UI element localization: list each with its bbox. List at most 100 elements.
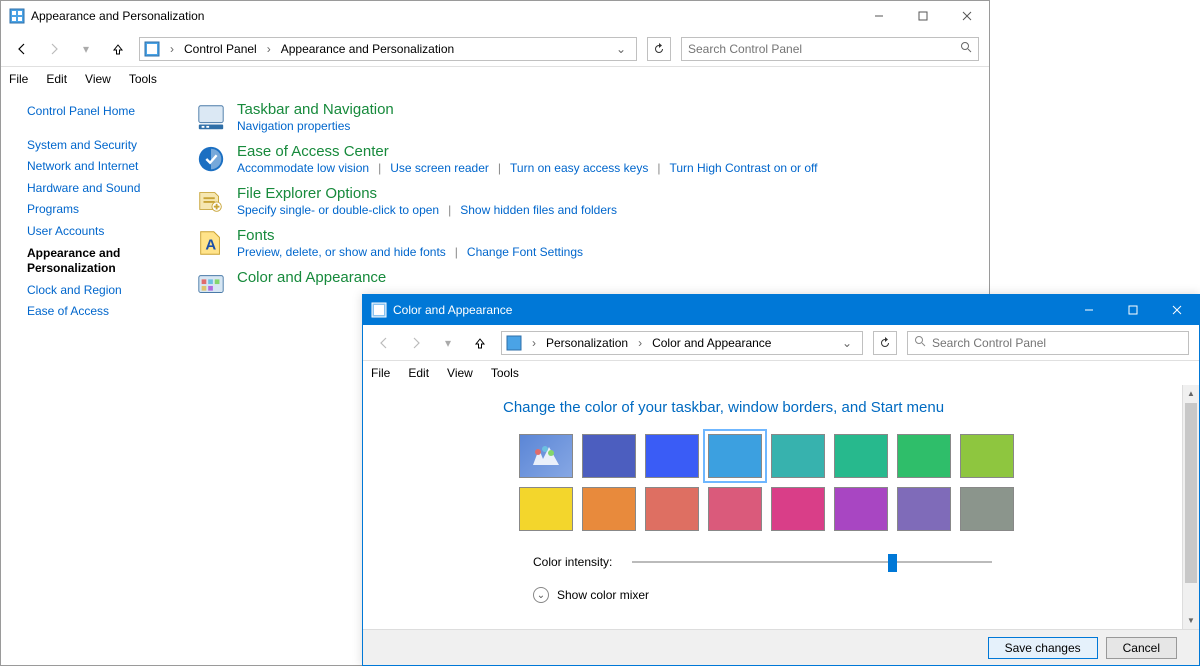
category-icon[interactable]	[195, 143, 227, 175]
category-icon[interactable]	[195, 101, 227, 133]
recent-dropdown[interactable]: ▾	[437, 332, 459, 354]
category-icon[interactable]	[195, 269, 227, 301]
search-box[interactable]	[907, 331, 1189, 355]
sidebar-item[interactable]: Clock and Region	[27, 280, 191, 302]
category-link[interactable]: Turn High Contrast on or off	[669, 161, 817, 175]
category-title[interactable]: Ease of Access Center	[237, 143, 818, 160]
close-button[interactable]	[1155, 295, 1199, 325]
breadcrumb-item[interactable]: Appearance and Personalization	[281, 42, 454, 56]
sidebar-item[interactable]: Network and Internet	[27, 156, 191, 178]
search-input[interactable]	[932, 336, 1182, 350]
category-link[interactable]: Accommodate low vision	[237, 161, 369, 175]
scroll-up-icon[interactable]: ▲	[1183, 385, 1199, 402]
color-swatch[interactable]	[960, 487, 1014, 531]
expand-icon[interactable]: ⌄	[533, 587, 549, 603]
address-bar[interactable]: › Personalization › Color and Appearance…	[501, 331, 863, 355]
sidebar-item[interactable]: User Accounts	[27, 221, 191, 243]
color-swatch-automatic[interactable]	[519, 434, 573, 478]
menu-edit[interactable]: Edit	[408, 366, 429, 380]
forward-button[interactable]	[43, 38, 65, 60]
slider-track	[632, 561, 992, 563]
menu-edit[interactable]: Edit	[46, 72, 67, 86]
color-swatch[interactable]	[834, 434, 888, 478]
address-bar[interactable]: › Control Panel › Appearance and Persona…	[139, 37, 637, 61]
scrollbar-vertical[interactable]: ▲ ▼	[1182, 385, 1199, 629]
color-swatch[interactable]	[645, 434, 699, 478]
sidebar-item[interactable]: System and Security	[27, 135, 191, 157]
color-swatch[interactable]	[897, 487, 951, 531]
category-title[interactable]: File Explorer Options	[237, 185, 617, 202]
close-button[interactable]	[945, 1, 989, 31]
refresh-button[interactable]	[647, 37, 671, 61]
category-title[interactable]: Color and Appearance	[237, 269, 386, 286]
up-button[interactable]	[469, 332, 491, 354]
color-swatch[interactable]	[771, 487, 825, 531]
search-icon[interactable]	[914, 335, 926, 350]
category-link[interactable]: Preview, delete, or show and hide fonts	[237, 245, 446, 259]
breadcrumb-item[interactable]: Color and Appearance	[652, 336, 771, 350]
color-swatch[interactable]	[834, 487, 888, 531]
titlebar[interactable]: Color and Appearance	[363, 295, 1199, 325]
scroll-down-icon[interactable]: ▼	[1183, 612, 1199, 629]
color-swatch[interactable]	[960, 434, 1014, 478]
menu-tools[interactable]: Tools	[491, 366, 519, 380]
sidebar-item[interactable]: Ease of Access	[27, 301, 191, 323]
sidebar-item[interactable]: Appearance and Personalization	[27, 243, 191, 280]
sidebar-item[interactable]: Hardware and Sound	[27, 178, 191, 200]
maximize-button[interactable]	[901, 1, 945, 31]
search-icon[interactable]	[960, 41, 972, 56]
menu-file[interactable]: File	[9, 72, 28, 86]
color-swatch[interactable]	[519, 487, 573, 531]
color-swatch[interactable]	[708, 487, 762, 531]
separator: |	[446, 245, 467, 259]
intensity-slider[interactable]	[632, 553, 992, 571]
maximize-button[interactable]	[1111, 295, 1155, 325]
address-dropdown[interactable]: ⌄	[836, 336, 858, 350]
category-link[interactable]: Show hidden files and folders	[460, 203, 617, 217]
slider-thumb[interactable]	[888, 554, 897, 572]
menu-tools[interactable]: Tools	[129, 72, 157, 86]
color-swatch[interactable]	[645, 487, 699, 531]
minimize-button[interactable]	[1067, 295, 1111, 325]
back-button[interactable]	[373, 332, 395, 354]
category-title[interactable]: Taskbar and Navigation	[237, 101, 394, 118]
refresh-button[interactable]	[873, 331, 897, 355]
save-changes-button[interactable]: Save changes	[988, 637, 1098, 659]
category-icon[interactable]	[195, 185, 227, 217]
category-link[interactable]: Turn on easy access keys	[510, 161, 648, 175]
menu-view[interactable]: View	[85, 72, 111, 86]
color-swatch[interactable]	[708, 434, 762, 478]
back-button[interactable]	[11, 38, 33, 60]
sidebar: Control Panel Home System and SecurityNet…	[1, 91, 191, 665]
category-link[interactable]: Specify single- or double-click to open	[237, 203, 439, 217]
color-swatch[interactable]	[582, 487, 636, 531]
sidebar-item[interactable]: Programs	[27, 199, 191, 221]
scroll-thumb[interactable]	[1185, 403, 1197, 583]
cancel-button[interactable]: Cancel	[1106, 637, 1177, 659]
category-row: Taskbar and NavigationNavigation propert…	[195, 101, 989, 133]
address-bar-row: ▾ › Control Panel › Appearance and Perso…	[1, 31, 989, 67]
up-button[interactable]	[107, 38, 129, 60]
minimize-button[interactable]	[857, 1, 901, 31]
address-dropdown[interactable]: ⌄	[610, 42, 632, 56]
recent-dropdown[interactable]: ▾	[75, 38, 97, 60]
search-input[interactable]	[688, 42, 960, 56]
category-link[interactable]: Change Font Settings	[467, 245, 583, 259]
color-swatch[interactable]	[897, 434, 951, 478]
color-swatch[interactable]	[582, 434, 636, 478]
search-box[interactable]	[681, 37, 979, 61]
category-link[interactable]: Navigation properties	[237, 119, 350, 133]
color-swatch[interactable]	[771, 434, 825, 478]
sidebar-item[interactable]: Control Panel Home	[27, 101, 191, 123]
titlebar[interactable]: Appearance and Personalization	[1, 1, 989, 31]
breadcrumb-item[interactable]: Control Panel	[184, 42, 257, 56]
color-mixer-row[interactable]: ⌄ Show color mixer	[533, 587, 1199, 603]
category-icon[interactable]: A	[195, 227, 227, 259]
forward-button[interactable]	[405, 332, 427, 354]
category-link[interactable]: Use screen reader	[390, 161, 489, 175]
menu-view[interactable]: View	[447, 366, 473, 380]
menu-file[interactable]: File	[371, 366, 390, 380]
category-title[interactable]: Fonts	[237, 227, 583, 244]
menu-bar: File Edit View Tools	[363, 361, 1199, 385]
breadcrumb-item[interactable]: Personalization	[546, 336, 628, 350]
